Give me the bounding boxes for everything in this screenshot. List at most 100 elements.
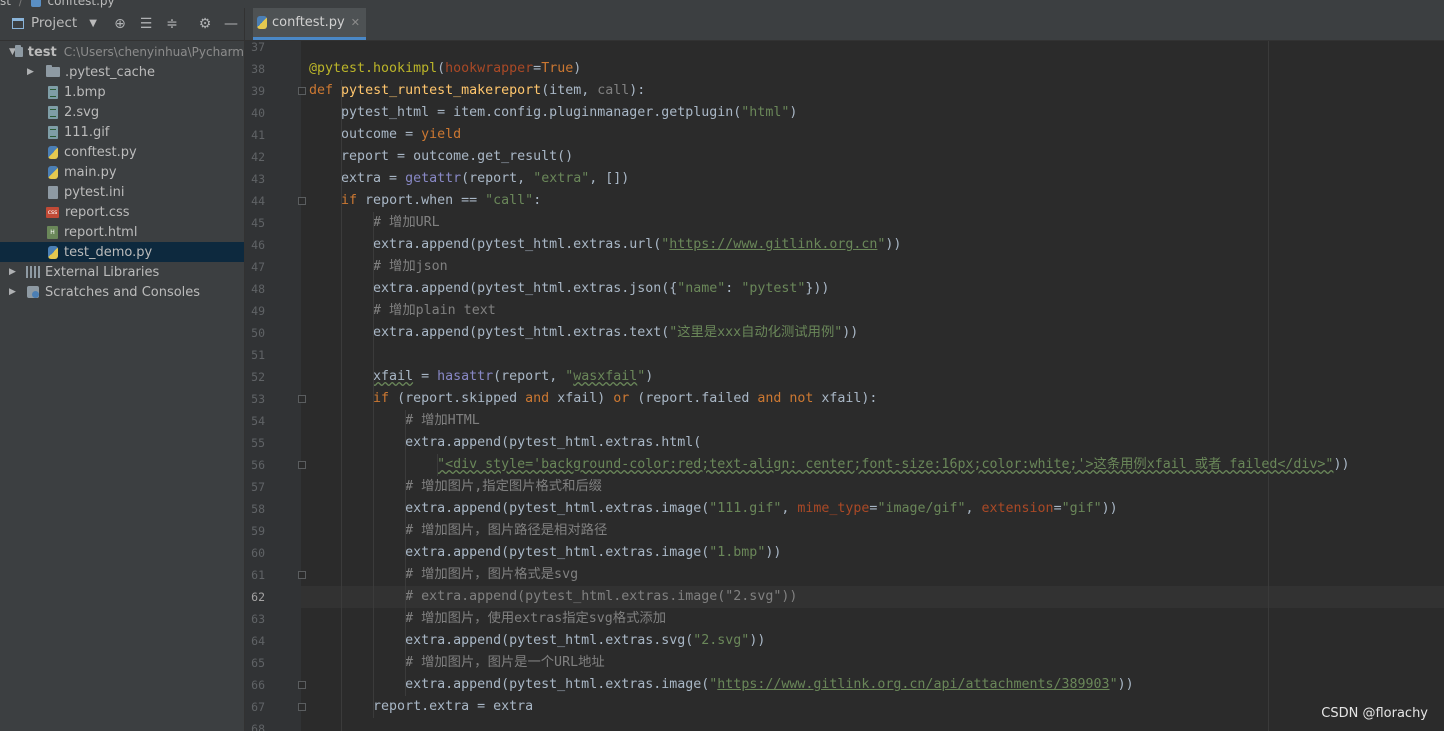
tree-item[interactable]: H report.html: [0, 222, 244, 242]
project-view-selector[interactable]: Project ▼: [12, 15, 97, 31]
line-number: 44: [251, 194, 265, 208]
line-number: 47: [251, 260, 265, 274]
python-file-icon: [48, 245, 58, 259]
line-number: 68: [251, 722, 265, 731]
expand-all-icon[interactable]: ☰: [137, 15, 155, 33]
hide-icon[interactable]: —: [222, 15, 240, 33]
code-editor[interactable]: 37 38 39 40 41 42 43 44 45 46 47 48 49 50 51 52 53 54 55 56…: [245, 41, 1444, 731]
fold-marker-icon[interactable]: [298, 395, 306, 403]
breadcrumb-separator: /: [18, 0, 23, 8]
fold-marker-icon[interactable]: [298, 703, 306, 711]
line-number: 43: [251, 172, 265, 186]
tree-item[interactable]: conftest.py: [0, 142, 244, 162]
tree-item-label: Scratches and Consoles: [45, 284, 201, 300]
line-number-gutter: 37 38 39 40 41 42 43 44 45 46 47 48 49 50 51 52 53 54 55 56…: [245, 41, 301, 731]
tree-item-label: test_demo.py: [64, 244, 153, 260]
line-number: 61: [251, 568, 265, 582]
tree-scratches[interactable]: ▶ Scratches and Consoles: [0, 282, 244, 302]
code-line: report = outcome.get_result(): [309, 149, 574, 164]
tab-conftest[interactable]: conftest.py ✕: [253, 8, 366, 40]
line-number: 52: [251, 370, 265, 384]
code-line: extra.append(pytest_html.extras.json({"n…: [309, 281, 830, 296]
code-line: extra.append(pytest_html.extras.image("h…: [309, 677, 1134, 692]
breadcrumb-file[interactable]: conftest.py: [48, 0, 115, 8]
line-number: 37: [251, 41, 265, 54]
code-line: extra = getattr(report, "extra", []): [309, 171, 630, 186]
indent-guide: [405, 410, 406, 696]
code-line: extra.append(pytest_html.extras.text("这里…: [309, 325, 859, 340]
line-number: 56: [251, 458, 265, 472]
ini-file-icon: [48, 185, 58, 199]
line-number: 63: [251, 612, 265, 626]
scratches-icon: [27, 286, 39, 298]
html-file-icon: H: [47, 225, 58, 239]
root-folder-path: C:\Users\chenyinhua\Pycharm: [63, 45, 244, 59]
breadcrumb-project[interactable]: st: [0, 0, 11, 8]
line-number: 38: [251, 62, 265, 76]
code-line: extra.append(pytest_html.extras.image("1…: [309, 501, 1118, 516]
python-file-icon: [257, 16, 267, 29]
tree-item-label: 2.svg: [64, 104, 100, 120]
tree-item[interactable]: 1.bmp: [0, 82, 244, 102]
tree-item[interactable]: ▶ .pytest_cache: [0, 62, 244, 82]
line-number: 67: [251, 700, 265, 714]
line-number: 50: [251, 326, 265, 340]
project-window-icon: [12, 17, 24, 29]
code-line: report.extra = extra: [309, 699, 534, 714]
code-line: # 增加plain text: [373, 303, 496, 318]
code-line: # 增加HTML: [405, 413, 480, 428]
code-line: extra.append(pytest_html.extras.image("1…: [309, 545, 782, 560]
code-line: # 增加图片，图片格式是svg: [405, 567, 579, 582]
tree-item[interactable]: main.py: [0, 162, 244, 182]
python-file-icon: [48, 165, 58, 179]
line-number: 49: [251, 304, 265, 318]
indent-guide: [373, 212, 374, 718]
tree-item-label: External Libraries: [45, 264, 160, 280]
line-number: 55: [251, 436, 265, 450]
image-file-icon: [48, 105, 58, 119]
code-line: # 增加图片，图片是一个URL地址: [405, 655, 605, 670]
locate-icon[interactable]: ⊕: [111, 15, 129, 33]
tree-item-selected[interactable]: test_demo.py: [0, 242, 244, 262]
tree-item-label: report.html: [64, 224, 138, 240]
line-number: 59: [251, 524, 265, 538]
chevron-down-icon: ▼: [89, 17, 97, 29]
code-line: # 增加图片，使用extras指定svg格式添加: [405, 611, 666, 626]
chevron-right-icon[interactable]: ▶: [9, 267, 16, 277]
gear-icon[interactable]: ⚙: [196, 15, 214, 33]
library-icon: [26, 266, 40, 278]
fold-marker-icon[interactable]: [298, 197, 306, 205]
fold-marker-icon[interactable]: [298, 571, 306, 579]
python-file-icon: [30, 0, 41, 7]
tree-item[interactable]: 111.gif: [0, 122, 244, 142]
close-icon[interactable]: ✕: [351, 16, 360, 29]
line-number: 46: [251, 238, 265, 252]
tree-item-label: report.css: [65, 204, 130, 220]
tree-item[interactable]: pytest.ini: [0, 182, 244, 202]
image-file-icon: [48, 125, 58, 139]
collapse-all-icon[interactable]: ≑: [163, 15, 181, 33]
line-number: 60: [251, 546, 265, 560]
tree-external-libraries[interactable]: ▶ External Libraries: [0, 262, 244, 282]
indent-guide: [437, 454, 438, 476]
line-number: 51: [251, 348, 265, 362]
chevron-right-icon[interactable]: ▶: [27, 67, 34, 77]
tree-root-test[interactable]: ▼ test C:\Users\chenyinhua\Pycharm: [0, 42, 244, 62]
line-number: 58: [251, 502, 265, 516]
line-number: 48: [251, 282, 265, 296]
navigation-bar: st / conftest.py: [0, 0, 1444, 8]
tree-item[interactable]: 2.svg: [0, 102, 244, 122]
project-title: Project: [31, 15, 78, 31]
tree-item[interactable]: css report.css: [0, 202, 244, 222]
chevron-right-icon[interactable]: ▶: [9, 287, 16, 297]
fold-marker-icon[interactable]: [298, 87, 306, 95]
line-number: 66: [251, 678, 265, 692]
tab-label: conftest.py: [272, 15, 345, 30]
line-number: 42: [251, 150, 265, 164]
code-line: extra.append(pytest_html.extras.html(: [309, 435, 702, 450]
code-line: # extra.append(pytest_html.extras.image(…: [405, 589, 798, 604]
code-line: xfail = hasattr(report, "wasxfail"): [373, 369, 654, 384]
tree-item-label: 111.gif: [64, 124, 110, 140]
fold-marker-icon[interactable]: [298, 461, 306, 469]
fold-marker-icon[interactable]: [298, 681, 306, 689]
